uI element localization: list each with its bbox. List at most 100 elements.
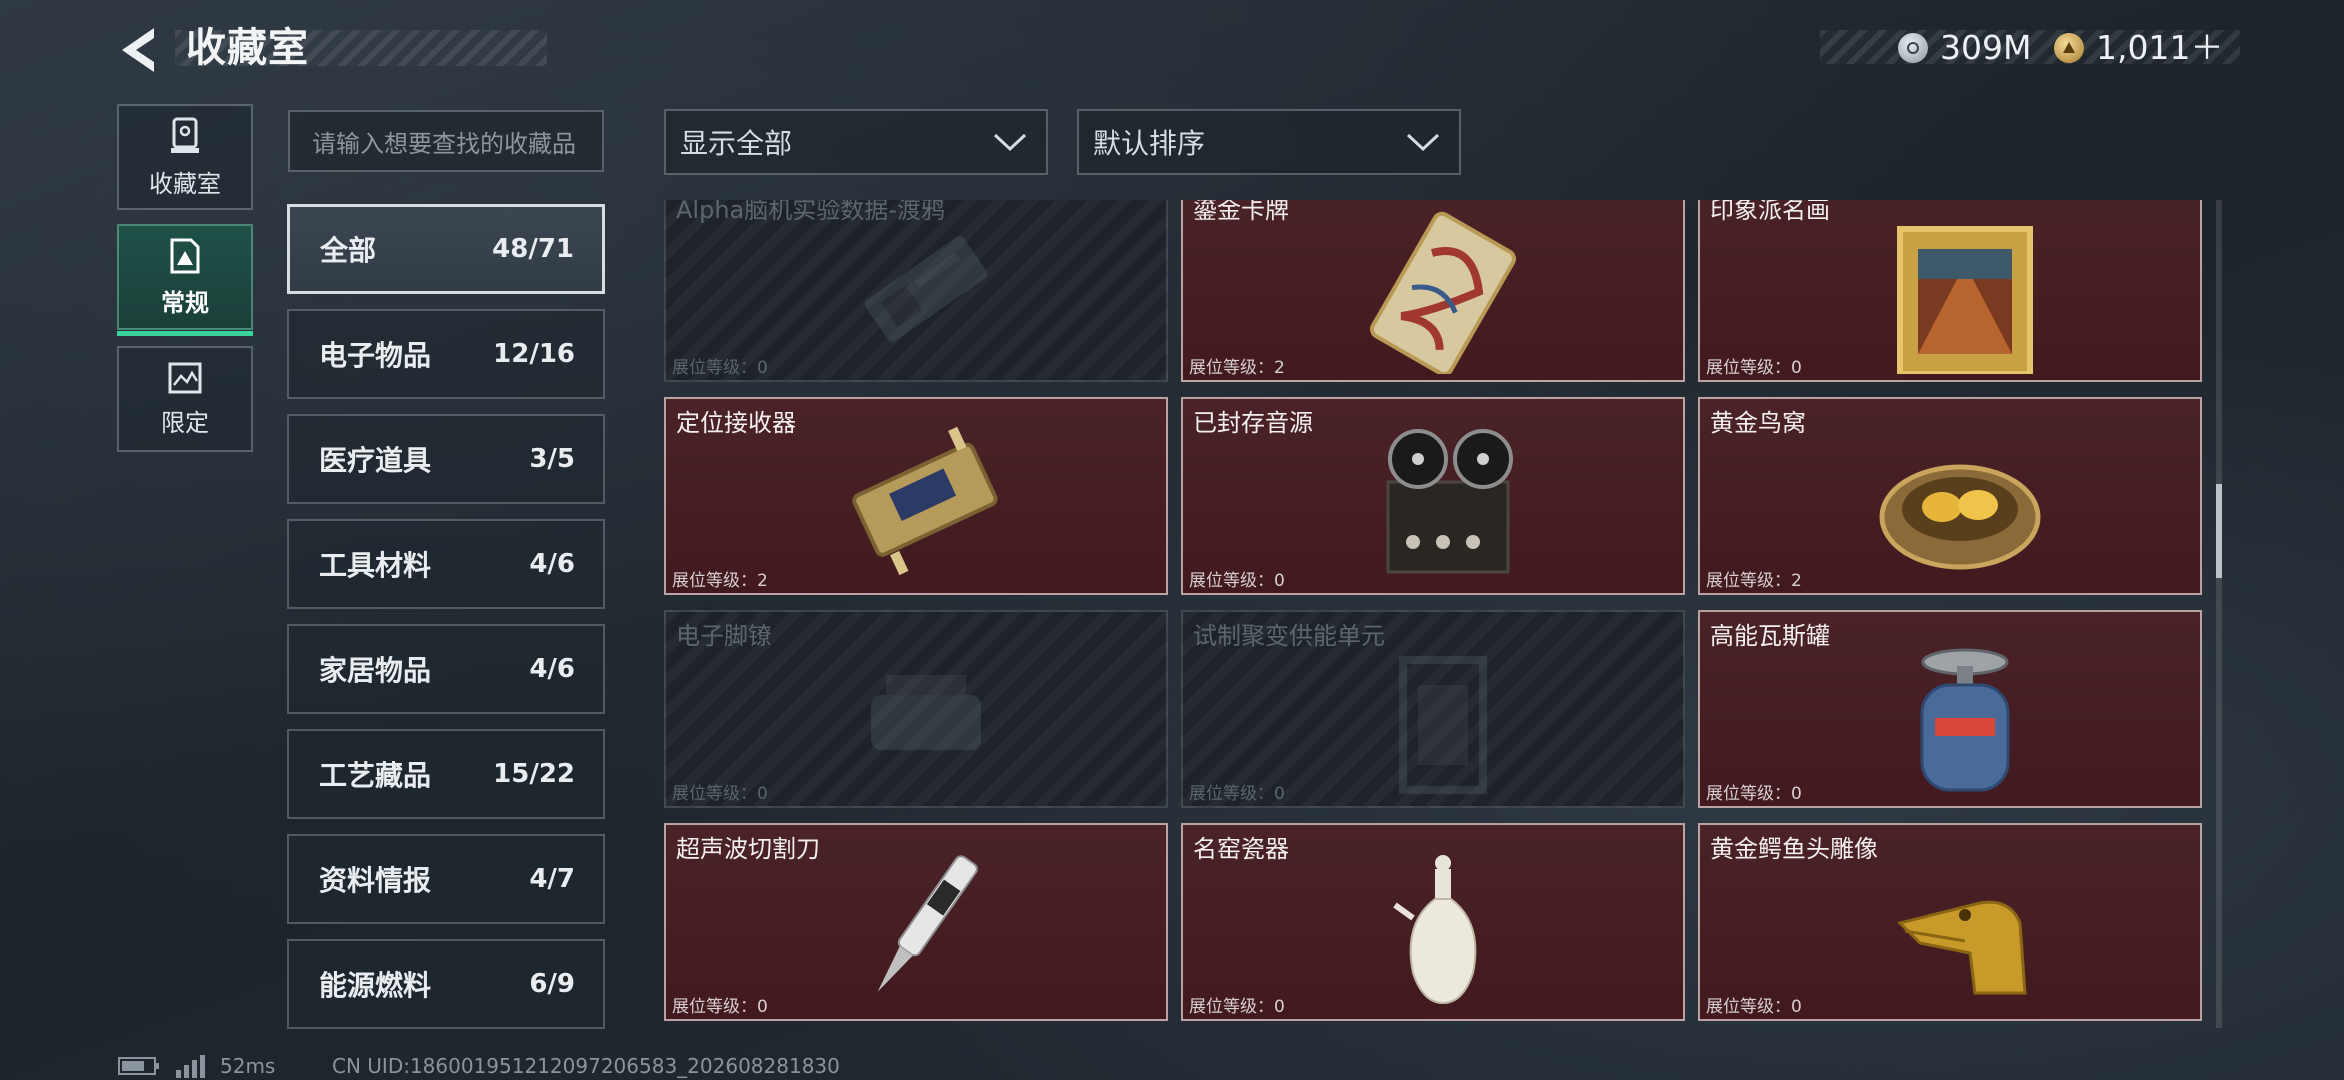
item-name: 鎏金卡牌 [1193, 200, 1289, 224]
item-card[interactable]: 黄金鸟窝 展位等级：2 [1698, 397, 2202, 595]
category-name: 医疗道具 [319, 444, 432, 477]
rail-tab-regular[interactable]: 常规 [117, 224, 253, 336]
category-count: 4/7 [529, 864, 575, 894]
collection-card-icon [170, 238, 200, 273]
item-card[interactable]: 超声波切割刀 展位等级：0 [664, 823, 1168, 1021]
item-name: 高能瓦斯罐 [1710, 622, 1830, 650]
item-card[interactable]: 黄金鳄鱼头雕像 展位等级：0 [1698, 823, 2202, 1021]
rail-label: 常规 [161, 288, 209, 317]
gas-canister-icon [1920, 648, 2010, 792]
search-input[interactable]: 请输入想要查找的收藏品 [288, 110, 604, 172]
collection-grid[interactable]: Alpha脑机实验数据-渡鸦 展位等级：0 鎏金卡牌 展位等级：2 印象派名画 … [662, 200, 2204, 1028]
ultrasonic-knife-icon [877, 855, 978, 992]
user-uid: CN UID:18600195121209720658​3_2026082818… [332, 1054, 840, 1078]
item-card[interactable]: 电子脚镣 展位等级：0 [664, 610, 1168, 808]
category-count: 4/6 [529, 654, 575, 684]
item-name: 已封存音源 [1193, 409, 1313, 437]
scrollbar-thumb[interactable] [2216, 484, 2222, 578]
status-bar: 52ms [118, 1052, 275, 1080]
category-name: 工艺藏品 [319, 759, 432, 792]
category-count: 6/9 [529, 969, 575, 999]
category-crafts[interactable]: 工艺藏品 15/22 [287, 729, 605, 819]
category-count: 48/71 [492, 234, 574, 264]
category-tools[interactable]: 工具材料 4/6 [287, 519, 605, 609]
signal-icon [176, 1055, 205, 1078]
category-name: 工具材料 [319, 549, 432, 582]
item-card[interactable]: 已封存音源 展位等级：0 [1181, 397, 1685, 595]
item-level: 展位等级：0 [1189, 571, 1285, 591]
golden-nest-icon [1879, 464, 2041, 570]
sort-value: 默认排序 [1093, 127, 1206, 160]
scrollbar-track[interactable] [2216, 200, 2222, 1028]
item-level: 展位等级：0 [672, 784, 768, 804]
silver-coin-icon [1898, 33, 1928, 63]
gold-crocodile-icon [1897, 900, 2027, 995]
gps-receiver-icon [852, 426, 998, 576]
item-level: 展位等级：0 [1189, 997, 1285, 1017]
item-level: 展位等级：0 [1706, 784, 1802, 804]
category-count: 12/16 [493, 339, 575, 369]
category-household[interactable]: 家居物品 4/6 [287, 624, 605, 714]
item-name: 黄金鸟窝 [1710, 409, 1806, 437]
category-count: 15/22 [493, 759, 575, 789]
item-level: 展位等级：2 [1706, 571, 1802, 591]
data-drive-icon [864, 236, 988, 342]
item-card[interactable]: 鎏金卡牌 展位等级：2 [1181, 200, 1685, 382]
item-name: 黄金鳄鱼头雕像 [1710, 835, 1878, 863]
filter-value: 显示全部 [680, 127, 793, 160]
item-level: 展位等级：0 [672, 997, 768, 1017]
sort-dropdown[interactable]: 默认排序 [1077, 109, 1461, 175]
back-arrow-icon [122, 28, 154, 72]
category-electronics[interactable]: 电子物品 12/16 [287, 309, 605, 399]
rail-label: 限定 [161, 408, 209, 437]
chevron-down-icon [1406, 133, 1440, 152]
rail-tab-collection-room[interactable]: 收藏室 [117, 104, 253, 210]
item-card[interactable]: 印象派名画 展位等级：0 [1698, 200, 2202, 382]
item-level: 展位等级：0 [1189, 784, 1285, 804]
category-name: 家居物品 [319, 654, 432, 687]
category-all[interactable]: 全部 48/71 [287, 204, 605, 294]
item-level: 展位等级：0 [672, 358, 768, 378]
category-count: 3/5 [529, 444, 575, 474]
gilded-card-icon [1369, 211, 1517, 374]
item-name: 印象派名画 [1710, 200, 1830, 224]
item-card[interactable]: Alpha脑机实验数据-渡鸦 展位等级：0 [664, 200, 1168, 382]
item-level: 展位等级：0 [1706, 358, 1802, 378]
item-level: 展位等级：2 [672, 571, 768, 591]
porcelain-vase-icon [1393, 855, 1477, 1005]
rail-tab-limited[interactable]: 限定 [117, 346, 253, 452]
item-name: 电子脚镣 [676, 622, 772, 650]
item-name: 超声波切割刀 [676, 835, 820, 863]
search-placeholder: 请输入想要查找的收藏品 [312, 129, 576, 158]
category-name: 资料情报 [319, 864, 432, 897]
item-name: 试制聚变供能单元 [1193, 622, 1385, 650]
back-button[interactable] [114, 22, 162, 78]
item-level: 展位等级：2 [1189, 358, 1285, 378]
item-name: 定位接收器 [676, 409, 796, 437]
category-name: 电子物品 [319, 339, 432, 372]
currency-silver-amount: 309M [1940, 28, 2032, 67]
battery-icon [118, 1057, 159, 1075]
fusion-cell-icon [1399, 656, 1487, 794]
category-name: 能源燃料 [319, 969, 432, 1002]
display-case-icon [171, 117, 199, 153]
chevron-down-icon [993, 133, 1027, 152]
item-card[interactable]: 定位接收器 展位等级：2 [664, 397, 1168, 595]
reel-recorder-icon [1386, 429, 1513, 574]
gold-coin-icon [2054, 33, 2084, 63]
item-card[interactable]: 试制聚变供能单元 展位等级：0 [1181, 610, 1685, 808]
item-name: 名窑瓷器 [1193, 835, 1289, 863]
currency-gold-amount[interactable]: 1,011＋ [2096, 26, 2223, 70]
category-intel[interactable]: 资料情报 4/7 [287, 834, 605, 924]
category-energy[interactable]: 能源燃料 6/9 [287, 939, 605, 1029]
item-card[interactable]: 名窑瓷器 展位等级：0 [1181, 823, 1685, 1021]
category-medical[interactable]: 医疗道具 3/5 [287, 414, 605, 504]
limited-painting-icon [168, 362, 202, 393]
rail-label: 收藏室 [149, 169, 221, 198]
item-level: 展位等级：0 [1706, 997, 1802, 1017]
item-card[interactable]: 高能瓦斯罐 展位等级：0 [1698, 610, 2202, 808]
category-count: 4/6 [529, 549, 575, 579]
ping-value: 52ms [220, 1054, 276, 1078]
filter-dropdown[interactable]: 显示全部 [664, 109, 1048, 175]
ankle-monitor-icon [871, 675, 981, 750]
